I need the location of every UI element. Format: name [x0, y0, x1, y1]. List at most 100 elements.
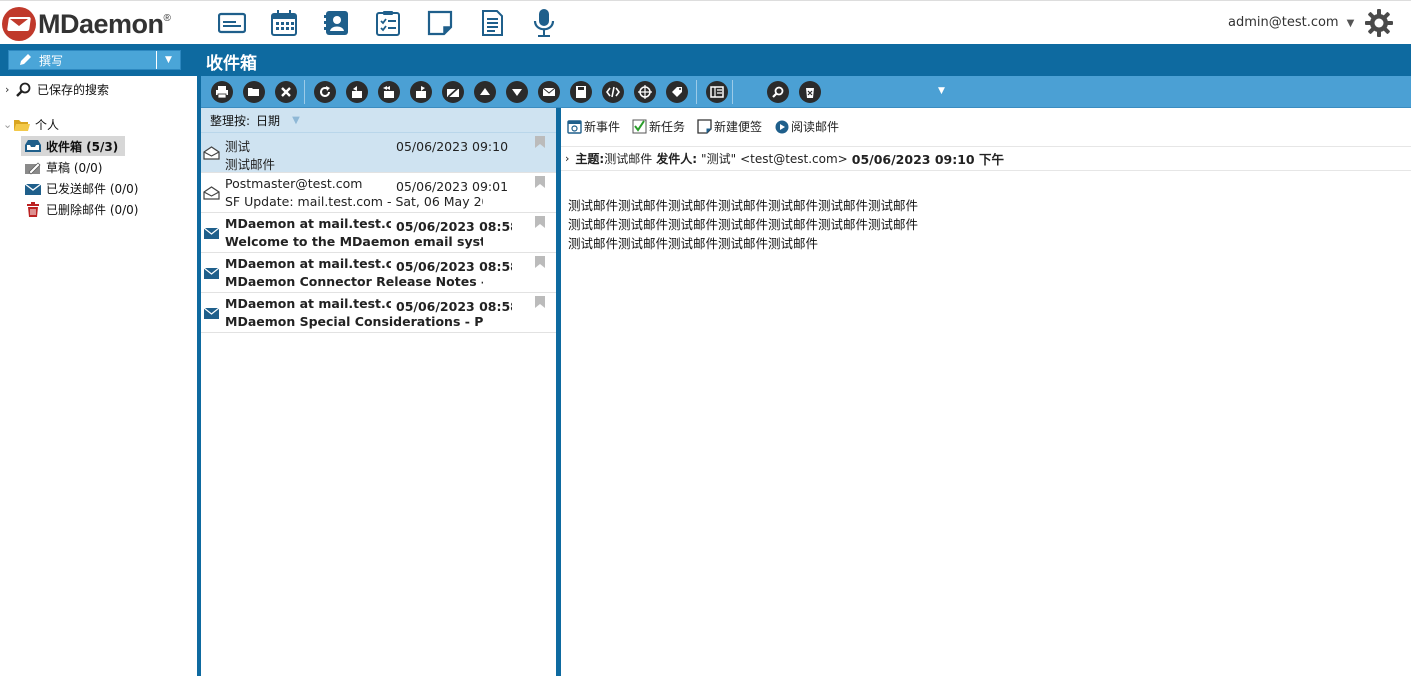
envelope-open-icon — [203, 146, 220, 160]
block-sender-icon[interactable] — [442, 81, 464, 103]
voice-icon[interactable] — [526, 7, 562, 39]
message-sender: Postmaster@test.com — [225, 176, 363, 191]
tasks-icon[interactable] — [370, 7, 406, 39]
sent-icon — [24, 181, 42, 197]
flag-icon[interactable] — [535, 296, 545, 308]
page-title: 收件箱 — [206, 54, 257, 74]
notes-icon[interactable] — [422, 7, 458, 39]
tag-icon[interactable] — [666, 81, 688, 103]
logo-text: MDaemon® — [38, 8, 171, 39]
sidebar-item-label: 草稿 (0/0) — [46, 161, 103, 175]
delete-icon[interactable] — [275, 81, 297, 103]
sidebar-item-label: 收件箱 (5/3) — [46, 139, 119, 154]
junk-filter-icon[interactable] — [799, 81, 821, 103]
envelope-unread-icon — [203, 307, 220, 319]
message-header[interactable]: › 主题: 测试邮件 发件人: "测试" <test@test.com> 05/… — [561, 146, 1411, 171]
list-item[interactable]: Postmaster@test.com 05/06/2023 09:01 下午 … — [201, 173, 556, 213]
reading-actions: 新事件 新任务 新建便签 阅读邮件 — [567, 118, 851, 135]
print-icon[interactable] — [211, 81, 233, 103]
calendar-add-icon — [567, 119, 582, 134]
reading-pane: 新事件 新任务 新建便签 阅读邮件 › 主题: 测试邮件 发件人: "测试" <… — [561, 108, 1411, 676]
save-icon[interactable] — [570, 81, 592, 103]
calendar-icon[interactable] — [266, 7, 302, 39]
envelope-unread-icon — [203, 267, 220, 279]
message-date: 05/06/2023 08:58 下午 — [396, 259, 512, 274]
personal-label: 个人 — [35, 118, 60, 132]
new-note-label: 新建便签 — [714, 120, 763, 134]
arrow-up-icon[interactable] — [474, 81, 496, 103]
sidebar-item-label: 已删除邮件 (0/0) — [46, 203, 139, 217]
reply-icon[interactable] — [346, 81, 368, 103]
contacts-icon[interactable] — [318, 7, 354, 39]
list-item[interactable]: MDaemon at mail.test.com 05/06/2023 08:5… — [201, 213, 556, 253]
list-item[interactable]: 测试 05/06/2023 09:10 下午 测试邮件 — [201, 133, 556, 173]
view-source-icon[interactable] — [602, 81, 624, 103]
drafts-icon — [24, 160, 42, 176]
sidebar-item-trash[interactable]: 已删除邮件 (0/0) — [24, 201, 139, 218]
open-folder-icon[interactable] — [243, 81, 265, 103]
sidebar-item-drafts[interactable]: 草稿 (0/0) — [24, 159, 103, 176]
documents-icon[interactable] — [474, 7, 510, 39]
envelope-open-icon — [203, 186, 220, 200]
message-subject: Welcome to the MDaemon email system for … — [225, 234, 483, 249]
personal-folder-item[interactable]: ⌄ 个人 — [3, 116, 59, 133]
compose-label: 撰写 — [39, 53, 64, 68]
pencil-icon — [20, 54, 31, 65]
list-item[interactable]: MDaemon at mail.test.com 05/06/2023 08:5… — [201, 293, 556, 333]
message-date: 05/06/2023 09:10 下午 — [396, 139, 512, 154]
body-line: 测试邮件测试邮件测试邮件测试邮件测试邮件测试邮件测试邮件 — [568, 198, 919, 213]
message-sender: MDaemon at mail.test.com — [225, 256, 391, 271]
new-task-button[interactable]: 新任务 — [632, 118, 685, 135]
chevron-down-icon: ⌄ — [3, 118, 13, 131]
message-date: 05/06/2023 08:58 下午 — [396, 299, 512, 314]
read-mail-button[interactable]: 阅读邮件 — [774, 118, 839, 135]
search-icon — [15, 82, 33, 98]
header-from-name: "测试" — [701, 152, 737, 166]
gear-icon[interactable] — [1364, 8, 1394, 38]
message-sender: MDaemon at mail.test.com — [225, 296, 391, 311]
layout-dropdown-icon[interactable]: ▼ — [938, 86, 945, 96]
flag-icon[interactable] — [535, 176, 545, 188]
inbox-icon — [24, 138, 42, 154]
from-label: 发件人: — [656, 152, 698, 166]
sidebar-item-sent[interactable]: 已发送邮件 (0/0) — [24, 180, 139, 197]
email-icon[interactable] — [214, 7, 250, 39]
message-toolbar: ▼ — [201, 76, 1411, 108]
user-caret-icon: ▼ — [1346, 18, 1355, 29]
mdaemon-logo[interactable]: MDaemon® — [2, 7, 171, 41]
message-subject: 测试邮件 — [225, 157, 276, 172]
chevron-right-icon[interactable]: › — [565, 152, 569, 165]
sidebar-item-inbox[interactable]: 收件箱 (5/3) — [21, 136, 126, 156]
flag-icon[interactable] — [535, 216, 545, 228]
mark-read-icon[interactable] — [538, 81, 560, 103]
flag-icon[interactable] — [535, 136, 545, 148]
header-subject: 测试邮件 — [604, 152, 653, 166]
user-menu[interactable]: admin@test.com ▼ — [1228, 15, 1354, 30]
top-bar: MDaemon® admin@test.com ▼ — [0, 0, 1411, 44]
sort-value: 日期 — [256, 113, 281, 128]
compose-button[interactable]: 撰写 ▼ — [8, 50, 181, 70]
message-list: 整理按: 日期 ▼ 测试 05/06/2023 09:10 下午 测试邮件 Po… — [201, 108, 556, 676]
target-icon[interactable] — [634, 81, 656, 103]
search-icon[interactable] — [767, 81, 789, 103]
open-folder-icon — [13, 117, 31, 133]
message-date: 05/06/2023 08:58 下午 — [396, 219, 512, 234]
refresh-icon[interactable] — [314, 81, 336, 103]
sort-bar[interactable]: 整理按: 日期 ▼ — [201, 108, 556, 133]
new-note-button[interactable]: 新建便签 — [697, 118, 762, 135]
forward-icon[interactable] — [410, 81, 432, 103]
list-item[interactable]: MDaemon at mail.test.com 05/06/2023 08:5… — [201, 253, 556, 293]
saved-searches-item[interactable]: › 已保存的搜索 — [5, 81, 109, 98]
reading-pane-layout-icon[interactable] — [706, 81, 728, 103]
chevron-right-icon: › — [5, 83, 10, 96]
message-subject: SF Update: mail.test.com - Sat, 06 May 2… — [225, 194, 483, 209]
message-sender: MDaemon at mail.test.com — [225, 216, 391, 231]
arrow-down-icon[interactable] — [506, 81, 528, 103]
new-event-button[interactable]: 新事件 — [567, 118, 620, 135]
app-switcher — [214, 7, 562, 39]
saved-searches-label: 已保存的搜索 — [37, 83, 110, 97]
reply-all-icon[interactable] — [378, 81, 400, 103]
sort-dropdown-icon[interactable]: ▼ — [292, 115, 300, 126]
compose-dropdown-button[interactable]: ▼ — [156, 51, 180, 69]
flag-icon[interactable] — [535, 256, 545, 268]
